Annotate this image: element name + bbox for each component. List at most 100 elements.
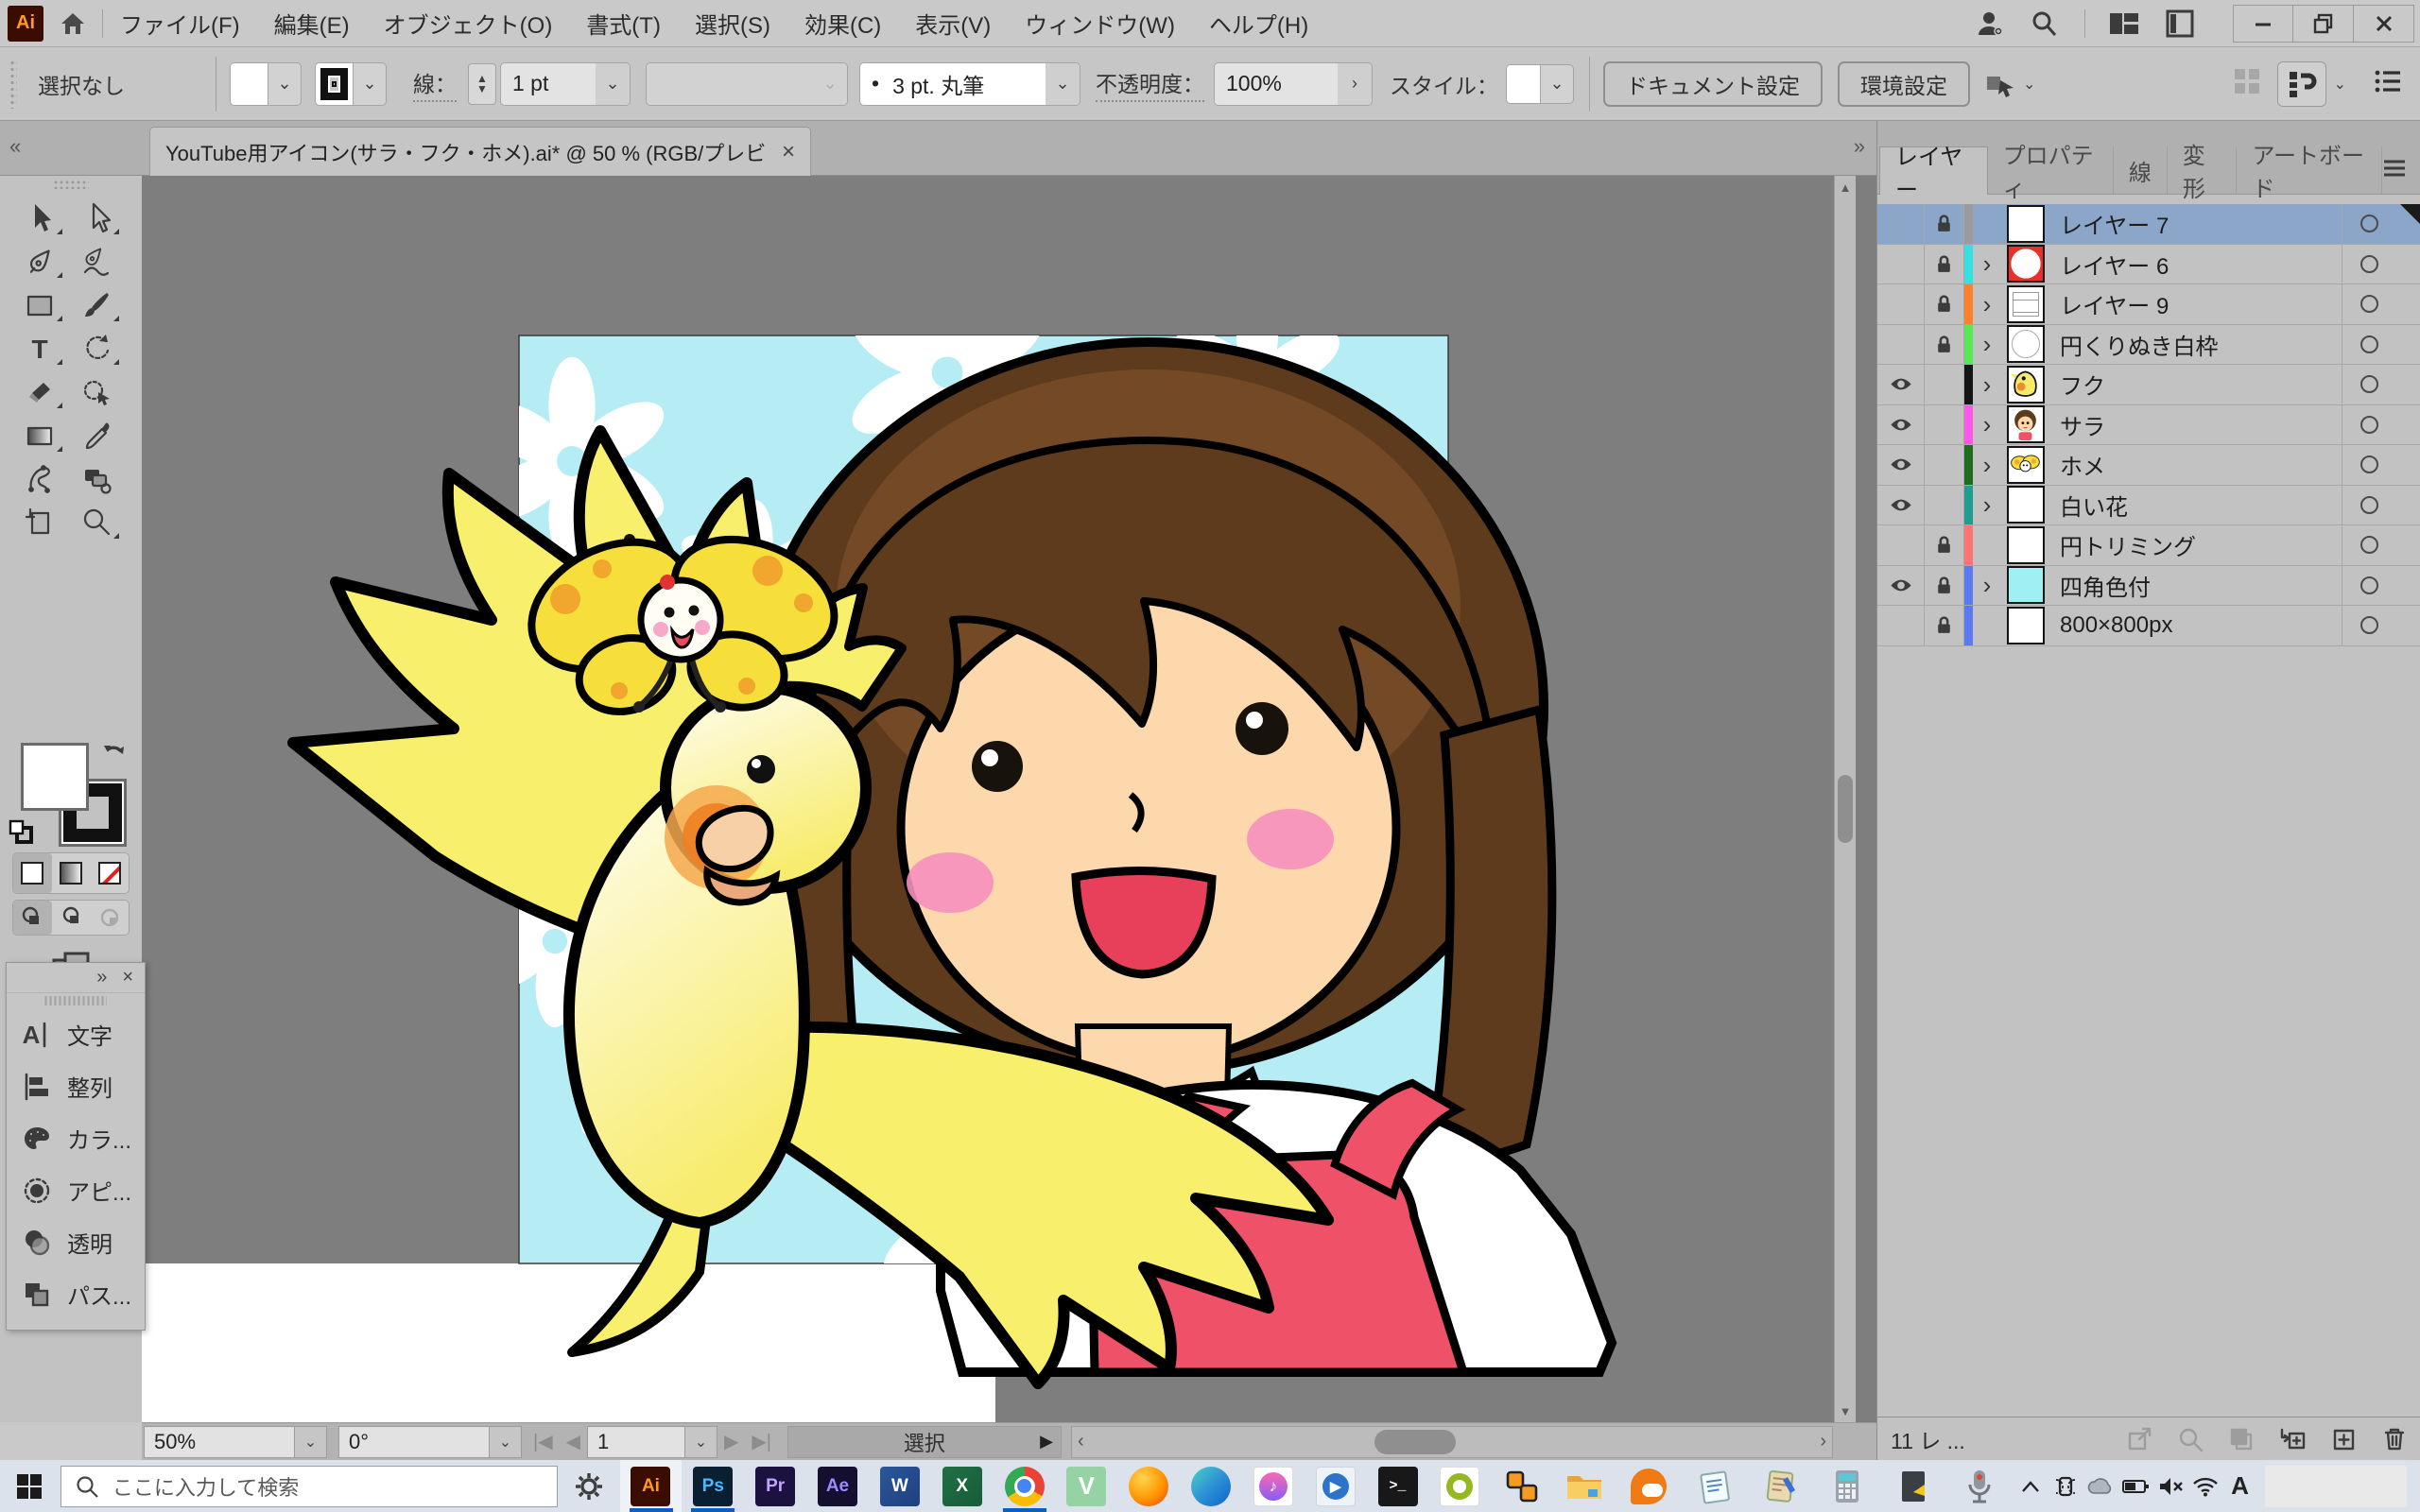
panel-menu-icon[interactable] xyxy=(2382,159,2407,182)
layer-thumbnail[interactable] xyxy=(2001,607,2050,644)
scroll-right-icon[interactable]: › xyxy=(1820,1431,1826,1452)
layer-thumbnail[interactable] xyxy=(2001,285,2050,323)
ime-mode[interactable]: A xyxy=(2222,1460,2257,1512)
tab-close-icon[interactable]: × xyxy=(769,139,795,165)
layer-row[interactable]: レイヤー 7 xyxy=(1877,204,2420,245)
workspace-switcher[interactable] xyxy=(2277,61,2326,107)
menu-effect[interactable]: 効果(C) xyxy=(804,7,881,40)
layer-row[interactable]: › 白い花 xyxy=(1877,486,2420,526)
layer-name[interactable]: レイヤー 6 xyxy=(2050,248,2342,281)
restore-button[interactable] xyxy=(2293,5,2354,43)
panel-list-icon[interactable] xyxy=(2373,66,2403,101)
volume-muted-icon[interactable] xyxy=(2152,1460,2187,1512)
prev-artboard-icon[interactable]: ◀ xyxy=(566,1430,580,1453)
layer-row[interactable]: › レイヤー 6 xyxy=(1877,245,2420,285)
layer-thumbnail[interactable] xyxy=(2001,245,2050,283)
tool-zoom[interactable] xyxy=(68,501,125,544)
arrange-documents-icon[interactable] xyxy=(2232,66,2262,101)
menu-window[interactable]: ウィンドウ(W) xyxy=(1025,7,1175,40)
lock-toggle[interactable] xyxy=(1925,405,1964,445)
preferences-button[interactable]: 環境設定 xyxy=(1838,61,1970,107)
taskbar-itunes[interactable]: ♪ xyxy=(1242,1460,1305,1512)
close-button[interactable] xyxy=(2354,5,2414,43)
fill-color-dropdown[interactable]: ⌄ xyxy=(230,62,302,106)
layer-thumbnail[interactable] xyxy=(2001,486,2050,524)
tool-selection[interactable] xyxy=(11,197,68,240)
scroll-left-icon[interactable]: ‹ xyxy=(1078,1431,1084,1452)
draw-inside-button[interactable] xyxy=(90,901,129,935)
taskbar-premiere[interactable]: Pr xyxy=(744,1460,806,1512)
layer-name[interactable]: 四角色付 xyxy=(2050,569,2342,602)
home-icon[interactable] xyxy=(59,9,87,38)
trash-icon[interactable] xyxy=(2381,1426,2408,1452)
layer-thumbnail[interactable] xyxy=(2001,566,2050,604)
swap-fill-stroke-icon[interactable] xyxy=(100,739,129,772)
tool-direct-selection[interactable] xyxy=(68,197,125,240)
tool-artboard[interactable] xyxy=(11,501,68,544)
close-icon[interactable]: × xyxy=(122,967,133,988)
dock-collapse-left[interactable]: « xyxy=(9,134,21,159)
artboard-number-field[interactable]: 1 xyxy=(587,1426,685,1458)
tray-notepad[interactable] xyxy=(1682,1460,1748,1512)
layer-row[interactable]: 円トリミング xyxy=(1877,525,2420,566)
lock-toggle[interactable] xyxy=(1925,445,1964,485)
menu-edit[interactable]: 編集(E) xyxy=(274,7,350,40)
workspace-layout-icon[interactable] xyxy=(2108,9,2140,38)
menu-view[interactable]: 表示(V) xyxy=(915,7,991,40)
target-icon[interactable] xyxy=(2342,365,2396,404)
default-fill-stroke-icon[interactable] xyxy=(8,818,36,851)
layer-name[interactable]: サラ xyxy=(2050,408,2342,441)
new-sublayer-icon[interactable] xyxy=(2279,1426,2306,1452)
stroke-width-dropdown[interactable]: 1 pt⌄ xyxy=(500,62,631,106)
layer-name[interactable]: ホメ xyxy=(2050,448,2342,481)
opacity-dropdown[interactable]: 100%› xyxy=(1214,62,1373,106)
layer-thumbnail[interactable] xyxy=(2001,446,2050,484)
first-artboard-icon[interactable]: |◀ xyxy=(533,1430,553,1453)
start-button[interactable] xyxy=(8,1460,51,1512)
scroll-down-icon[interactable]: ▼ xyxy=(1835,1400,1856,1422)
taskbar-search-input[interactable]: ここに入力して検索 xyxy=(60,1466,558,1507)
target-icon[interactable] xyxy=(2342,525,2396,565)
tool-curvature[interactable] xyxy=(68,240,125,284)
zoom-dropdown-icon[interactable]: ⌄ xyxy=(295,1426,327,1458)
panel-item-appearance[interactable]: アピ... xyxy=(7,1164,145,1216)
tool-symbol-sprayer[interactable] xyxy=(11,457,68,501)
lock-toggle[interactable] xyxy=(1925,606,1964,645)
tool-eyedropper[interactable] xyxy=(68,414,125,457)
artboard-dropdown-icon[interactable]: ⌄ xyxy=(685,1426,717,1458)
taskbar-word[interactable]: W xyxy=(869,1460,931,1512)
style-dropdown[interactable]: ⌄ xyxy=(1506,64,1574,104)
tray-calculator[interactable] xyxy=(1814,1460,1880,1512)
panel-grip[interactable] xyxy=(53,180,89,189)
tool-shape-builder[interactable] xyxy=(68,457,125,501)
visibility-toggle[interactable] xyxy=(1877,566,1925,606)
expand-icon[interactable]: › xyxy=(1973,451,2001,479)
panel-item-align[interactable]: 整列 xyxy=(7,1060,145,1112)
visibility-toggle[interactable] xyxy=(1877,525,1925,565)
dock-collapse-right[interactable]: » xyxy=(1854,134,1865,159)
layer-row[interactable]: › サラ xyxy=(1877,405,2420,446)
menu-select[interactable]: 選択(S) xyxy=(695,7,770,40)
tool-eraser[interactable] xyxy=(11,370,68,414)
vertical-scrollbar[interactable]: ▲ ▼ xyxy=(1834,176,1856,1422)
panel-item-character[interactable]: A 文字 xyxy=(7,1008,145,1060)
horizontal-scroll-thumb[interactable] xyxy=(1374,1430,1456,1454)
taskbar-illustrator[interactable]: Ai xyxy=(620,1460,683,1512)
document-tab[interactable]: YouTube用アイコン(サラ・フク・ホメ).ai* @ 50 % (RGB/プ… xyxy=(149,127,811,176)
visibility-toggle[interactable] xyxy=(1877,284,1925,324)
expand-icon[interactable]: › xyxy=(1973,249,2001,278)
status-expand-icon[interactable]: ▶ xyxy=(1040,1432,1053,1452)
taskbar-file-explorer[interactable] xyxy=(1553,1460,1616,1512)
draw-normal-button[interactable] xyxy=(13,901,52,935)
brush-dropdown[interactable]: •3 pt. 丸筆⌄ xyxy=(859,62,1080,106)
tab-properties[interactable]: プロパティ xyxy=(1988,146,2114,194)
horizontal-scrollbar[interactable]: ‹ › xyxy=(1071,1426,1833,1458)
tool-pen[interactable] xyxy=(11,240,68,284)
minimize-button[interactable] xyxy=(2233,5,2293,43)
layer-row[interactable]: › レイヤー 9 xyxy=(1877,284,2420,325)
visibility-toggle[interactable] xyxy=(1877,405,1925,445)
visibility-toggle[interactable] xyxy=(1877,606,1925,645)
canvas-area[interactable]: ▲ ▼ xyxy=(142,176,1876,1422)
layer-name[interactable]: レイヤー 9 xyxy=(2050,287,2342,320)
none-button[interactable] xyxy=(90,853,129,893)
